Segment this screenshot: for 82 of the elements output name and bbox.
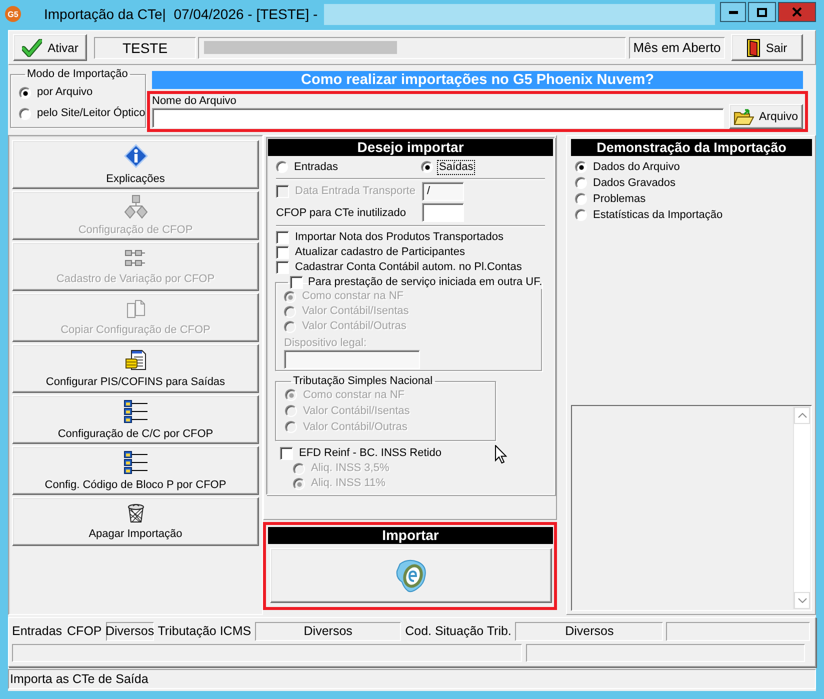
action-button[interactable]: Configuração de C/C por CFOP [12,395,259,444]
copy-icon [126,299,146,319]
radio-label[interactable]: Entradas [293,160,340,174]
list-icon [124,399,148,423]
cfop-input[interactable] [422,203,464,222]
checkbox-label[interactable]: EFD Reinf - BC. INSS Retido [298,446,442,460]
radio-label[interactable]: Estatísticas da Importação [592,208,724,222]
group-title: Tributação Simples Nacional [293,375,433,387]
document-icon [124,349,146,371]
checkbox-label[interactable]: Importar Nota dos Produtos Transportados [294,231,504,244]
mouse-pointer-icon [495,445,507,464]
radio-button[interactable] [575,177,587,189]
checkbox-label[interactable]: Para prestação de serviço iniciada em outra UF. [307,276,544,289]
group-title: Modo de Importação [27,68,128,80]
checkbox-label[interactable]: Atualizar cadastro de Participantes [294,246,466,259]
scroll-down-button[interactable] [794,592,810,609]
diagram-icon [124,195,148,219]
file-name-input[interactable] [152,108,724,128]
info-icon [124,144,148,168]
field-label: Cod. Situação Trib. [405,624,512,638]
radio-button[interactable] [575,209,587,221]
section-header: Importar [268,527,553,544]
close-icon [792,7,802,17]
checkbox[interactable] [280,446,293,460]
checkbox-label[interactable]: Cadastrar Conta Contábil autom. no Pl.Contas [294,261,523,274]
checkmark-icon [22,38,42,56]
close-button[interactable] [778,2,816,22]
minimize-button[interactable] [720,2,746,22]
action-button[interactable]: Explicações [12,140,259,189]
folder-icon [734,108,754,124]
activate-button[interactable]: Ativar [13,34,87,61]
radio-label[interactable]: Dados do Arquivo [592,160,681,174]
maximize-icon [757,8,767,16]
radio-button[interactable] [575,161,587,173]
radio-button[interactable] [19,108,31,120]
chevron-down-icon [798,598,806,603]
checkbox[interactable] [276,261,289,274]
grid-icon [124,248,148,268]
radio-button[interactable] [276,161,288,173]
radio-label[interactable]: por Arquivo [36,86,94,99]
radio-label[interactable]: Problemas [592,192,647,206]
import-button[interactable] [270,548,552,603]
checkbox[interactable] [276,246,289,259]
field-label: CFOP para CTe inutilizado [276,206,408,218]
section-header: Desejo importar [268,139,553,156]
field-label: Dispositivo legal: [284,337,368,349]
value-field: Diversos [255,622,402,640]
value-field: Diversos [106,622,154,640]
value-field: Diversos [515,622,664,640]
action-button[interactable]: Configurar PIS/COFINS para Saídas [12,344,259,393]
minimize-icon [728,10,738,14]
radio-button[interactable] [575,193,587,205]
chevron-up-icon [798,413,806,418]
exit-button[interactable]: Sair [731,34,803,61]
wastebasket-icon [126,503,144,523]
period-status-panel: Mês em Aberto [629,36,725,58]
checkbox[interactable] [290,276,303,289]
browse-file-button[interactable]: Arquivo [729,104,803,129]
radio-button[interactable] [421,161,433,173]
field-label: Nome do Arquivo [152,95,238,107]
radio-button[interactable] [19,86,31,98]
field-label: CFOP [67,624,102,638]
radio-label[interactable]: pelo Site/Leitor Óptico [36,107,146,120]
app-logo: G5 [5,6,21,22]
window-title: Importação da CTe| 07/04/2026 - [TESTE] - [44,5,318,23]
door-icon [746,38,760,56]
maximize-button[interactable] [748,2,776,22]
company-code-panel: TESTE [94,36,196,58]
action-button[interactable]: Config. Código de Bloco P por CFOP [12,446,259,495]
scroll-up-button[interactable] [794,407,810,424]
scrollbar-track[interactable] [793,407,810,609]
legal-basis-input[interactable] [284,350,420,369]
action-button[interactable]: Apagar Importação [12,497,259,546]
section-header: Demonstração da Importação [571,139,812,156]
logo-icon [394,558,428,594]
status-bar: Importa as CTe de Saída [8,669,816,689]
field-label: Entradas [12,624,62,638]
radio-label[interactable]: Saídas [438,160,474,174]
radio-label[interactable]: Dados Gravados [592,176,677,190]
list-icon [124,450,148,474]
checkbox[interactable] [276,231,289,244]
field-label: Tributação ICMS [158,624,252,638]
